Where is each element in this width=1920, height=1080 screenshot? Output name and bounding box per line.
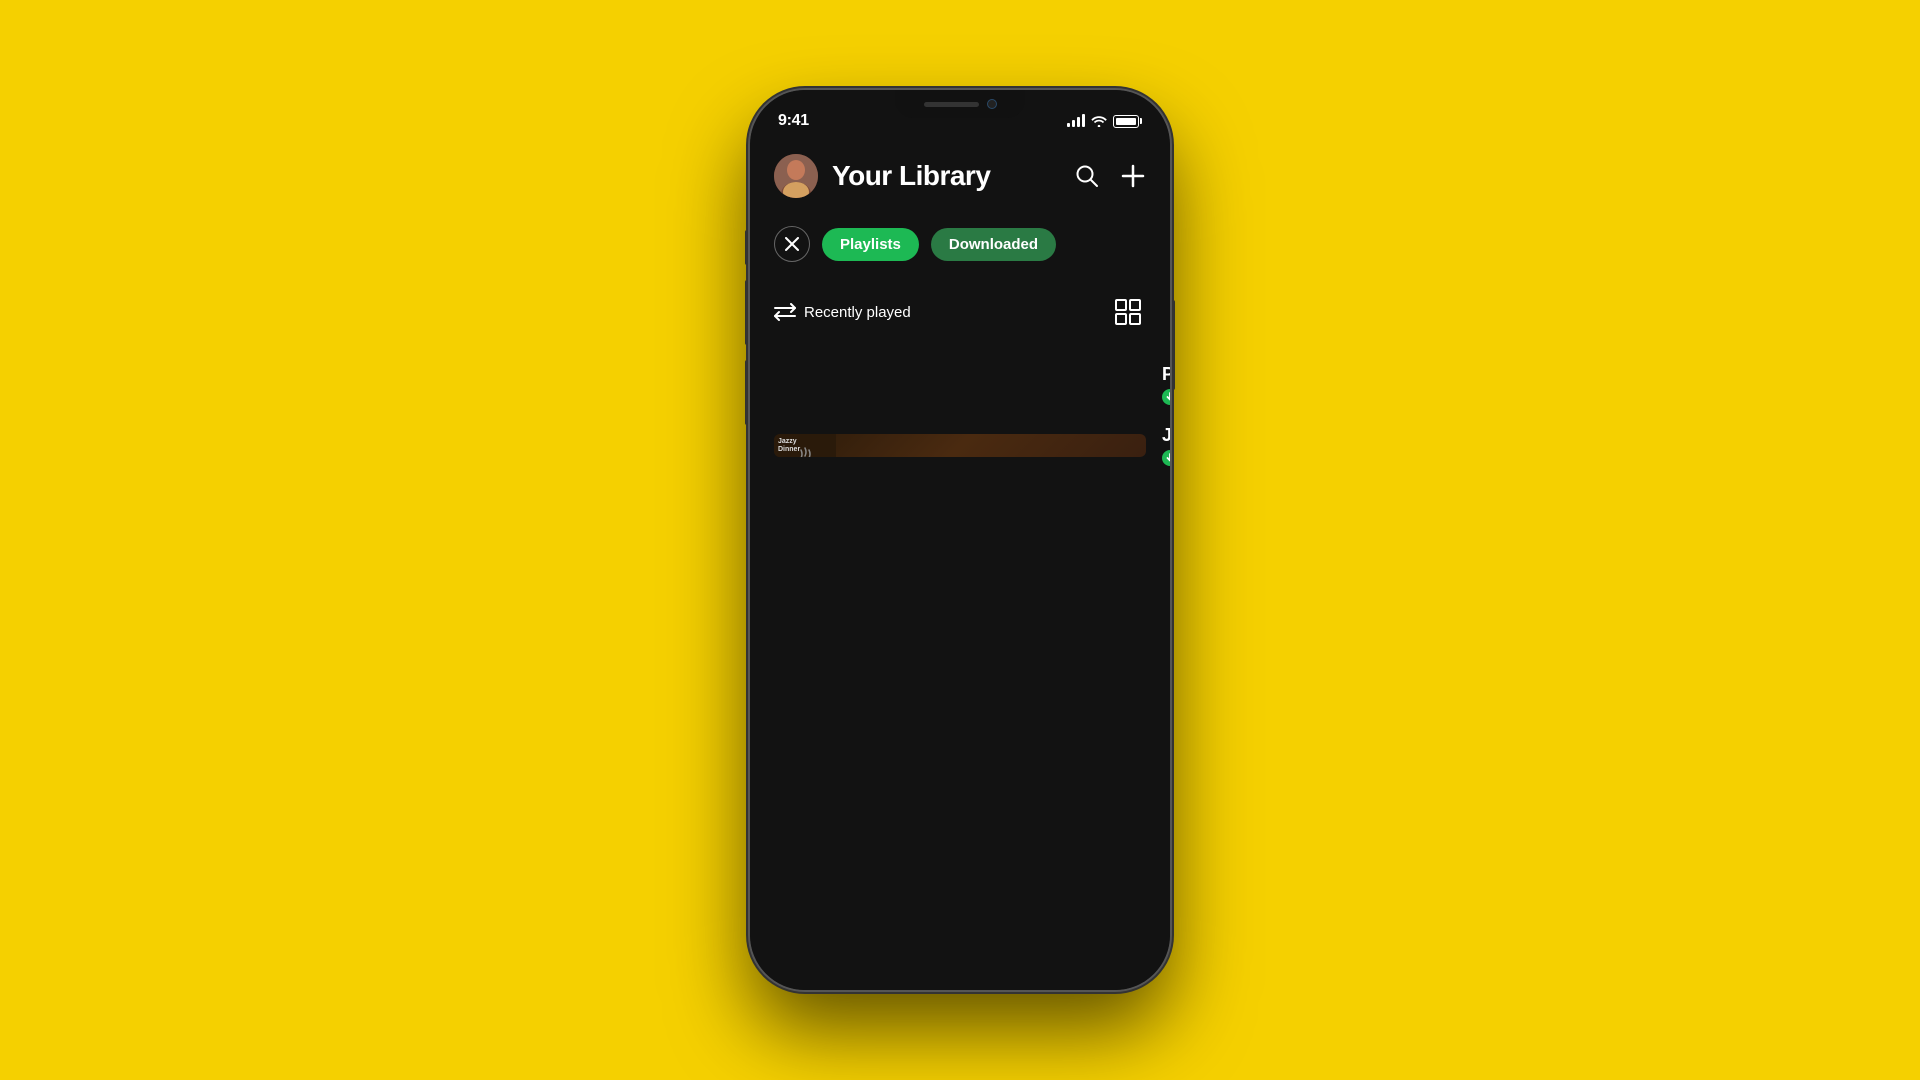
phone-screen: 9:41 (750, 90, 1170, 990)
close-icon (785, 237, 799, 251)
header-right (1074, 163, 1146, 189)
playlist-meta: Playlist • Spotify (1162, 389, 1170, 405)
header-left: Your Library (774, 154, 990, 198)
sort-label[interactable]: Recently played (804, 304, 911, 321)
signal-bar-1 (1067, 123, 1070, 127)
thumb-label-jazzy: JazzyDinner (778, 438, 800, 453)
clear-filters-button[interactable] (774, 226, 810, 262)
add-button[interactable] (1120, 163, 1146, 189)
list-item[interactable]: PumpedPop (774, 354, 1146, 415)
status-right (1067, 115, 1142, 128)
notch (895, 90, 1025, 118)
list-item[interactable]: JazzyDinner Jazzy Dinner (774, 415, 1146, 476)
signal-icon (1067, 115, 1085, 127)
page-title: Your Library (832, 160, 990, 192)
download-badge-icon (1162, 389, 1170, 405)
download-badge-icon (1162, 450, 1170, 466)
volume-up-button (745, 280, 749, 345)
status-time: 9:41 (778, 112, 809, 130)
speaker-grille (924, 102, 979, 107)
playlist-list: PumpedPop (774, 354, 1146, 476)
sort-arrows-icon (774, 303, 796, 321)
filter-row: Playlists Downloaded (774, 226, 1146, 262)
power-button (1171, 300, 1175, 390)
download-arrow-icon (1165, 453, 1170, 463)
playlist-name: Jazzy Dinner (1162, 425, 1170, 446)
playlist-thumbnail-jazzy-dinner: JazzyDinner (774, 434, 1146, 457)
phone-frame: 9:41 (750, 90, 1170, 990)
playlist-info-pumped-pop: Pumped Pop Playlist • S (1162, 364, 1170, 405)
playlist-name: Pumped Pop (1162, 364, 1170, 385)
filter-downloaded-button[interactable]: Downloaded (931, 228, 1056, 261)
library-header: Your Library (774, 154, 1146, 198)
phone-wrapper: 9:41 (750, 90, 1170, 990)
signal-bar-2 (1072, 120, 1075, 127)
front-camera (987, 99, 997, 109)
main-content: Your Library (750, 138, 1170, 476)
signal-bar-3 (1077, 117, 1080, 127)
sort-left: Recently played (774, 303, 911, 321)
download-arrow-icon (1165, 392, 1170, 402)
battery-icon (1113, 115, 1142, 128)
wifi-icon (1091, 115, 1107, 127)
grid-view-button[interactable] (1110, 294, 1146, 330)
filter-playlists-button[interactable]: Playlists (822, 228, 919, 261)
mute-button (745, 230, 749, 265)
avatar[interactable] (774, 154, 818, 198)
grid-view-icon (1114, 298, 1142, 326)
playlist-meta: Playlist • Spotify (1162, 450, 1170, 466)
search-icon (1074, 163, 1100, 189)
volume-down-button (745, 360, 749, 425)
search-button[interactable] (1074, 163, 1100, 189)
signal-bar-4 (1082, 114, 1085, 127)
sort-row: Recently played (774, 294, 1146, 330)
add-icon (1120, 163, 1146, 189)
playlist-info-jazzy-dinner: Jazzy Dinner Playlist • (1162, 425, 1170, 466)
